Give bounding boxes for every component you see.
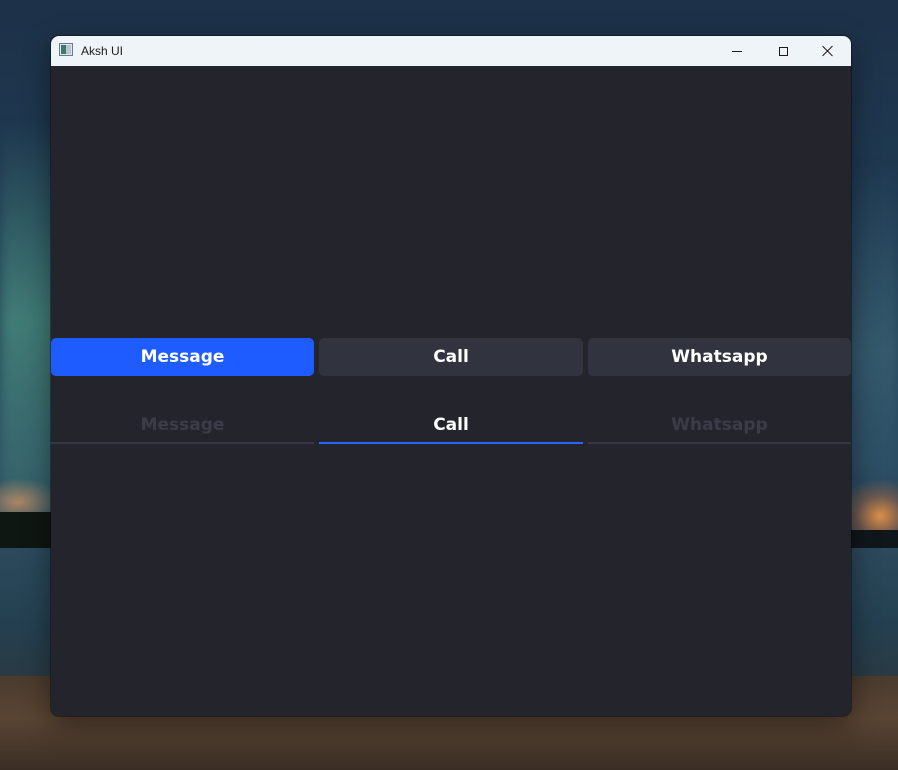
minimize-button[interactable] <box>714 36 760 66</box>
maximize-icon <box>778 46 788 56</box>
wallpaper-aurora-right <box>848 160 898 480</box>
call-button[interactable]: Call <box>319 338 583 376</box>
close-icon <box>822 45 834 57</box>
content-area: Message Call Whatsapp Message Call Whats… <box>51 66 851 716</box>
tab-call[interactable]: Call <box>319 408 583 444</box>
minimize-icon <box>732 50 742 52</box>
window-title: Aksh UI <box>81 44 124 58</box>
tab-message[interactable]: Message <box>51 408 314 444</box>
message-button[interactable]: Message <box>51 338 314 376</box>
app-window-icon <box>59 43 73 56</box>
segmented-button-group: Message Call Whatsapp <box>51 338 851 376</box>
wallpaper-treeline-right <box>848 530 898 550</box>
whatsapp-button[interactable]: Whatsapp <box>588 338 851 376</box>
maximize-button[interactable] <box>760 36 806 66</box>
wallpaper-treeline-left <box>0 512 55 548</box>
app-window: Aksh UI Message Call Whatsapp Message Ca… <box>51 36 851 716</box>
tab-bar: Message Call Whatsapp <box>51 408 851 444</box>
close-button[interactable] <box>805 36 851 66</box>
tab-whatsapp[interactable]: Whatsapp <box>588 408 851 444</box>
title-bar[interactable]: Aksh UI <box>51 36 851 66</box>
